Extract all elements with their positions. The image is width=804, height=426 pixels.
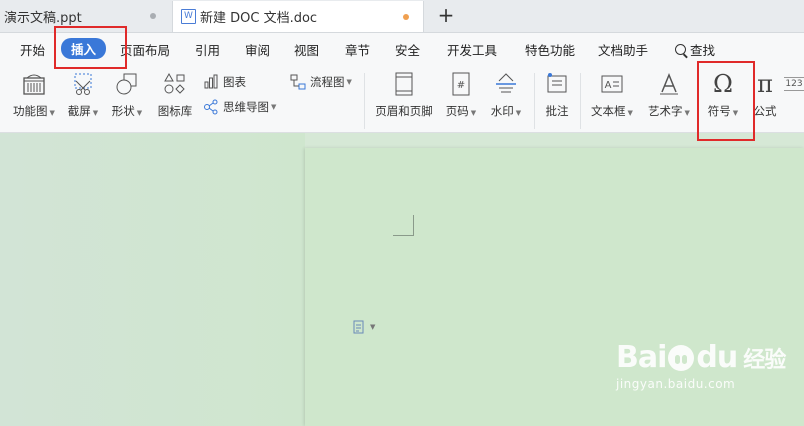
tab-security[interactable]: 安全: [395, 40, 420, 59]
mind-map-label: 思维导图: [223, 100, 269, 114]
watermark-icon: [496, 73, 516, 93]
tab-title: 新建 DOC 文档.doc: [200, 11, 318, 26]
page-number-icon: #: [452, 72, 470, 96]
paste-options-button[interactable]: ▼: [352, 320, 375, 334]
icon-library-button[interactable]: 图标库: [157, 69, 193, 119]
watermark-button[interactable]: 水印 ▼: [488, 69, 524, 119]
numbering-button[interactable]: 123: [784, 69, 804, 99]
numbering-icon: 123: [784, 77, 804, 91]
word-doc-icon: W: [181, 9, 196, 24]
bar-chart-icon: [204, 74, 218, 89]
tab-doc-assistant[interactable]: 文档助手: [598, 40, 648, 59]
baidu-logo-text-2: du: [696, 340, 738, 375]
page-number-button[interactable]: # 页码 ▼: [444, 69, 478, 119]
tab-bar: 演示文稿.ppt W 新建 DOC 文档.doc +: [0, 0, 804, 33]
tab-view[interactable]: 视图: [294, 40, 319, 59]
jingyan-url: jingyan.baidu.com: [616, 377, 736, 391]
jingyan-label: 经验: [743, 347, 786, 373]
tab-new-doc[interactable]: W 新建 DOC 文档.doc: [172, 1, 424, 32]
comment-label: 批注: [545, 104, 569, 118]
tab-review[interactable]: 审阅: [245, 40, 270, 59]
omega-icon: Ω: [713, 70, 733, 98]
chart-button[interactable]: 图表: [203, 74, 246, 90]
search-icon: [675, 44, 686, 55]
wordart-label: 艺术字: [648, 104, 683, 118]
mind-map-button[interactable]: 思维导图 ▼: [203, 99, 276, 115]
header-footer-icon: [395, 72, 413, 96]
tab-presentation-ppt[interactable]: 演示文稿.ppt: [0, 0, 170, 32]
unsaved-dot[interactable]: [403, 14, 409, 20]
screenshot-button[interactable]: 截屏 ▼: [66, 69, 100, 119]
textbox-label: 文本框: [591, 104, 626, 118]
flowchart-icon: [290, 74, 306, 90]
page-margin-corner-mark: [393, 215, 414, 236]
search-label: 查找: [690, 43, 716, 58]
textbox-button[interactable]: A 文本框 ▼: [589, 69, 635, 119]
baidu-jingyan-watermark: Bai du 经验 jingyan.baidu.com: [616, 340, 796, 412]
flowchart-label: 流程图: [310, 75, 345, 89]
baidu-logo-text: Bai: [616, 340, 667, 375]
ribbon-menu-tabs: 开始 插入 页面布局 引用 审阅 视图 章节 安全 开发工具 特色功能 文档助手…: [0, 33, 804, 63]
svg-text:A: A: [605, 80, 612, 91]
baidu-logo: Bai du 经验: [616, 340, 796, 375]
formula-label: 公式: [753, 104, 777, 118]
paste-options-icon: [353, 320, 364, 334]
tab-references[interactable]: 引用: [195, 40, 220, 59]
svg-text:#: #: [457, 80, 465, 91]
page-number-label: 页码: [445, 104, 469, 118]
tab-search[interactable]: 查找: [675, 40, 715, 59]
symbol-button[interactable]: Ω 符号 ▼: [704, 69, 742, 119]
formula-button[interactable]: π 公式: [752, 69, 778, 119]
canvas-background: [0, 133, 305, 426]
tab-section[interactable]: 章节: [345, 40, 370, 59]
header-footer-label: 页眉和页脚: [375, 104, 433, 118]
flowchart-button[interactable]: 流程图 ▼: [290, 74, 352, 90]
function-chart-button[interactable]: 功能图 ▼: [10, 69, 58, 119]
shapes-icon: [116, 73, 137, 95]
tab-page-layout[interactable]: 页面布局: [120, 40, 170, 59]
symbol-label: 符号: [707, 104, 731, 118]
wordart-icon: [660, 73, 678, 95]
toolbar-divider: [580, 73, 581, 129]
textbox-icon: A: [601, 75, 623, 93]
shapes-button[interactable]: 形状 ▼: [110, 69, 144, 119]
mind-map-icon: [204, 99, 218, 115]
tab-title: 演示文稿.ppt: [4, 10, 82, 26]
tab-insert[interactable]: 插入: [61, 38, 107, 59]
new-tab-button[interactable]: +: [436, 4, 456, 26]
tab-close-dot[interactable]: [150, 13, 156, 19]
ribbon: 开始 插入 页面布局 引用 审阅 视图 章节 安全 开发工具 特色功能 文档助手…: [0, 33, 804, 133]
shapes-label: 形状: [111, 104, 135, 118]
chart-label: 图表: [223, 75, 246, 89]
pi-icon: π: [757, 70, 773, 98]
insert-toolbar: 功能图 ▼ 截屏 ▼ 形状 ▼ 图标库 图表 思维导图 ▼ 流程图 ▼ 页眉和页…: [0, 69, 804, 131]
comment-icon: [547, 73, 567, 93]
screenshot-label: 截屏: [67, 104, 91, 118]
chevron-down-icon: ▼: [370, 323, 376, 331]
icon-library-label: 图标库: [157, 104, 193, 118]
toolbar-divider: [364, 73, 365, 129]
icon-library-icon: [164, 72, 185, 94]
screenshot-icon: [74, 73, 92, 95]
header-footer-button[interactable]: 页眉和页脚: [372, 69, 436, 119]
toolbar-divider: [534, 73, 535, 129]
function-chart-icon: [23, 74, 45, 95]
comment-button[interactable]: 批注: [543, 69, 571, 119]
tab-home[interactable]: 开始: [20, 40, 45, 59]
tab-developer[interactable]: 开发工具: [447, 40, 497, 59]
wordart-button[interactable]: 艺术字 ▼: [645, 69, 693, 119]
baidu-paw-icon: [668, 344, 695, 371]
tab-special-features[interactable]: 特色功能: [525, 40, 575, 59]
function-chart-label: 功能图: [13, 104, 48, 118]
watermark-label: 水印: [490, 104, 514, 118]
